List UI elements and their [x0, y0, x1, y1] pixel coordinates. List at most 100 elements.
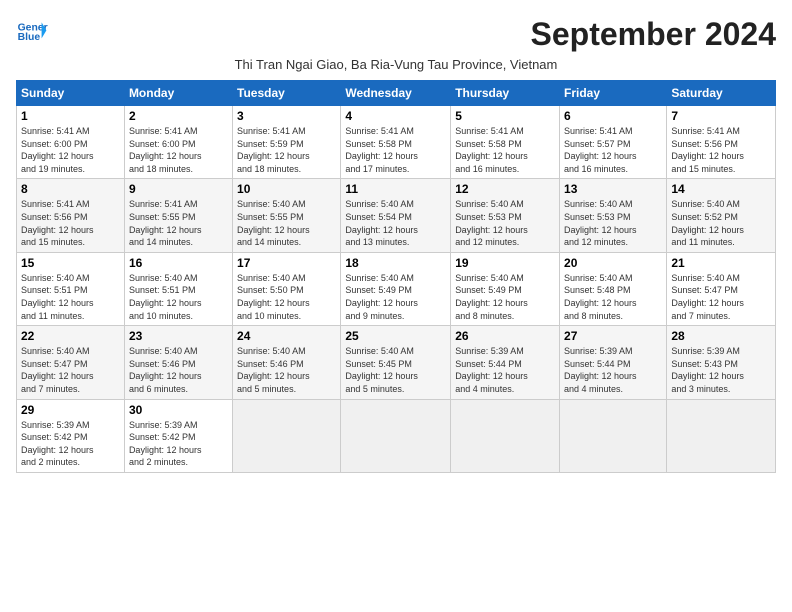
calendar-cell: 3 Sunrise: 5:41 AM Sunset: 5:59 PM Daylig… — [233, 106, 341, 179]
logo: General Blue — [16, 16, 48, 48]
day-number: 25 — [345, 329, 446, 343]
calendar-cell: 14 Sunrise: 5:40 AM Sunset: 5:52 PM Dayli… — [667, 179, 776, 252]
calendar-cell: 18 Sunrise: 5:40 AM Sunset: 5:49 PM Dayli… — [341, 252, 451, 325]
day-number: 8 — [21, 182, 120, 196]
day-number: 5 — [455, 109, 555, 123]
day-info: Sunrise: 5:40 AM Sunset: 5:49 PM Dayligh… — [455, 272, 555, 322]
day-info: Sunrise: 5:41 AM Sunset: 5:55 PM Dayligh… — [129, 198, 228, 248]
day-info: Sunrise: 5:40 AM Sunset: 5:46 PM Dayligh… — [237, 345, 336, 395]
day-number: 9 — [129, 182, 228, 196]
subtitle: Thi Tran Ngai Giao, Ba Ria-Vung Tau Prov… — [16, 57, 776, 72]
calendar-cell: 2Sunrise: 5:41 AM Sunset: 6:00 PM Daylig… — [124, 106, 232, 179]
day-number: 27 — [564, 329, 662, 343]
day-info: Sunrise: 5:39 AM Sunset: 5:42 PM Dayligh… — [129, 419, 228, 469]
calendar-cell: 21 Sunrise: 5:40 AM Sunset: 5:47 PM Dayli… — [667, 252, 776, 325]
calendar-cell: 8 Sunrise: 5:41 AM Sunset: 5:56 PM Daylig… — [17, 179, 125, 252]
day-info: Sunrise: 5:39 AM Sunset: 5:42 PM Dayligh… — [21, 419, 120, 469]
day-number: 10 — [237, 182, 336, 196]
day-info: Sunrise: 5:40 AM Sunset: 5:49 PM Dayligh… — [345, 272, 446, 322]
day-number: 23 — [129, 329, 228, 343]
day-info: Sunrise: 5:41 AM Sunset: 5:58 PM Dayligh… — [345, 125, 446, 175]
calendar-table: SundayMondayTuesdayWednesdayThursdayFrid… — [16, 80, 776, 473]
svg-text:Blue: Blue — [18, 32, 41, 43]
calendar-cell: 7Sunrise: 5:41 AM Sunset: 5:56 PM Daylig… — [667, 106, 776, 179]
day-header-tuesday: Tuesday — [233, 81, 341, 106]
day-number: 4 — [345, 109, 446, 123]
day-number: 11 — [345, 182, 446, 196]
day-info: Sunrise: 5:40 AM Sunset: 5:51 PM Dayligh… — [21, 272, 120, 322]
calendar-week-3: 15 Sunrise: 5:40 AM Sunset: 5:51 PM Dayli… — [17, 252, 776, 325]
calendar-cell: 29 Sunrise: 5:39 AM Sunset: 5:42 PM Dayli… — [17, 399, 125, 472]
day-number: 7 — [671, 109, 771, 123]
day-info: Sunrise: 5:40 AM Sunset: 5:51 PM Dayligh… — [129, 272, 228, 322]
day-info: Sunrise: 5:40 AM Sunset: 5:47 PM Dayligh… — [671, 272, 771, 322]
day-number: 16 — [129, 256, 228, 270]
day-number: 17 — [237, 256, 336, 270]
calendar-cell: 4 Sunrise: 5:41 AM Sunset: 5:58 PM Daylig… — [341, 106, 451, 179]
calendar-body: 1 Sunrise: 5:41 AM Sunset: 6:00 PM Daylig… — [17, 106, 776, 473]
month-title: September 2024 — [531, 16, 776, 53]
day-number: 15 — [21, 256, 120, 270]
calendar-cell: 24 Sunrise: 5:40 AM Sunset: 5:46 PM Dayli… — [233, 326, 341, 399]
day-number: 1 — [21, 109, 120, 123]
calendar-cell: 22 Sunrise: 5:40 AM Sunset: 5:47 PM Dayli… — [17, 326, 125, 399]
day-number: 29 — [21, 403, 120, 417]
day-info: Sunrise: 5:41 AM Sunset: 5:59 PM Dayligh… — [237, 125, 336, 175]
day-info: Sunrise: 5:41 AM Sunset: 6:00 PM Dayligh… — [21, 125, 120, 175]
day-info: Sunrise: 5:41 AM Sunset: 5:56 PM Dayligh… — [21, 198, 120, 248]
day-info: Sunrise: 5:40 AM Sunset: 5:55 PM Dayligh… — [237, 198, 336, 248]
day-number: 21 — [671, 256, 771, 270]
calendar-week-1: 1 Sunrise: 5:41 AM Sunset: 6:00 PM Daylig… — [17, 106, 776, 179]
day-header-monday: Monday — [124, 81, 232, 106]
day-info: Sunrise: 5:40 AM Sunset: 5:53 PM Dayligh… — [564, 198, 662, 248]
day-info: Sunrise: 5:40 AM Sunset: 5:47 PM Dayligh… — [21, 345, 120, 395]
day-header-friday: Friday — [560, 81, 667, 106]
day-header-thursday: Thursday — [451, 81, 560, 106]
calendar-week-4: 22 Sunrise: 5:40 AM Sunset: 5:47 PM Dayli… — [17, 326, 776, 399]
day-number: 19 — [455, 256, 555, 270]
calendar-cell: 9 Sunrise: 5:41 AM Sunset: 5:55 PM Daylig… — [124, 179, 232, 252]
day-header-sunday: Sunday — [17, 81, 125, 106]
calendar-cell: 1 Sunrise: 5:41 AM Sunset: 6:00 PM Daylig… — [17, 106, 125, 179]
calendar-cell — [451, 399, 560, 472]
day-header-wednesday: Wednesday — [341, 81, 451, 106]
day-number: 18 — [345, 256, 446, 270]
day-number: 22 — [21, 329, 120, 343]
calendar-week-2: 8 Sunrise: 5:41 AM Sunset: 5:56 PM Daylig… — [17, 179, 776, 252]
page-container: General Blue September 2024 Thi Tran Nga… — [16, 16, 776, 473]
calendar-cell: 16 Sunrise: 5:40 AM Sunset: 5:51 PM Dayli… — [124, 252, 232, 325]
day-info: Sunrise: 5:39 AM Sunset: 5:44 PM Dayligh… — [564, 345, 662, 395]
calendar-cell: 25Sunrise: 5:40 AM Sunset: 5:45 PM Dayli… — [341, 326, 451, 399]
calendar-cell: 28Sunrise: 5:39 AM Sunset: 5:43 PM Dayli… — [667, 326, 776, 399]
calendar-cell: 13 Sunrise: 5:40 AM Sunset: 5:53 PM Dayli… — [560, 179, 667, 252]
day-info: Sunrise: 5:41 AM Sunset: 5:57 PM Dayligh… — [564, 125, 662, 175]
general-blue-logo-icon: General Blue — [16, 16, 48, 48]
calendar-cell: 5Sunrise: 5:41 AM Sunset: 5:58 PM Daylig… — [451, 106, 560, 179]
day-info: Sunrise: 5:39 AM Sunset: 5:44 PM Dayligh… — [455, 345, 555, 395]
calendar-cell: 17 Sunrise: 5:40 AM Sunset: 5:50 PM Dayli… — [233, 252, 341, 325]
day-info: Sunrise: 5:40 AM Sunset: 5:54 PM Dayligh… — [345, 198, 446, 248]
day-number: 14 — [671, 182, 771, 196]
calendar-cell — [560, 399, 667, 472]
calendar-header-row: SundayMondayTuesdayWednesdayThursdayFrid… — [17, 81, 776, 106]
day-info: Sunrise: 5:40 AM Sunset: 5:52 PM Dayligh… — [671, 198, 771, 248]
day-number: 26 — [455, 329, 555, 343]
day-number: 12 — [455, 182, 555, 196]
day-info: Sunrise: 5:40 AM Sunset: 5:53 PM Dayligh… — [455, 198, 555, 248]
day-info: Sunrise: 5:39 AM Sunset: 5:43 PM Dayligh… — [671, 345, 771, 395]
day-info: Sunrise: 5:40 AM Sunset: 5:50 PM Dayligh… — [237, 272, 336, 322]
day-number: 3 — [237, 109, 336, 123]
calendar-cell: 12 Sunrise: 5:40 AM Sunset: 5:53 PM Dayli… — [451, 179, 560, 252]
day-header-saturday: Saturday — [667, 81, 776, 106]
calendar-cell: 19 Sunrise: 5:40 AM Sunset: 5:49 PM Dayli… — [451, 252, 560, 325]
calendar-cell — [341, 399, 451, 472]
calendar-cell — [233, 399, 341, 472]
day-info: Sunrise: 5:40 AM Sunset: 5:48 PM Dayligh… — [564, 272, 662, 322]
calendar-week-5: 29 Sunrise: 5:39 AM Sunset: 5:42 PM Dayli… — [17, 399, 776, 472]
calendar-cell: 30Sunrise: 5:39 AM Sunset: 5:42 PM Dayli… — [124, 399, 232, 472]
calendar-cell: 26 Sunrise: 5:39 AM Sunset: 5:44 PM Dayli… — [451, 326, 560, 399]
day-info: Sunrise: 5:40 AM Sunset: 5:46 PM Dayligh… — [129, 345, 228, 395]
day-number: 24 — [237, 329, 336, 343]
day-number: 13 — [564, 182, 662, 196]
calendar-cell: 20Sunrise: 5:40 AM Sunset: 5:48 PM Dayli… — [560, 252, 667, 325]
